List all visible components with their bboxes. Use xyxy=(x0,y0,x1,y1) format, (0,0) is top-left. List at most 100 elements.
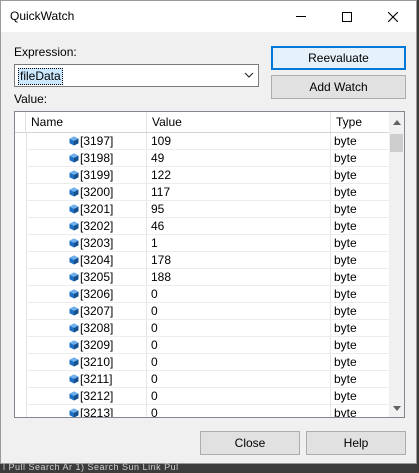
table-row[interactable]: [3211] 0 byte xyxy=(15,371,390,388)
table-row[interactable]: [3213] 0 byte xyxy=(15,405,390,417)
field-icon xyxy=(69,221,79,231)
type-cell: byte xyxy=(331,252,390,269)
type-cell: byte xyxy=(331,388,390,405)
add-watch-button[interactable]: Add Watch xyxy=(271,75,406,99)
vertical-scrollbar[interactable] xyxy=(389,112,404,417)
row-name: [3199] xyxy=(80,168,114,182)
type-cell: byte xyxy=(331,303,390,320)
table-row[interactable]: [3204] 178 byte xyxy=(15,252,390,269)
name-cell[interactable]: [3211] xyxy=(26,371,147,388)
name-cell[interactable]: [3204] xyxy=(26,252,147,269)
row-name: [3206] xyxy=(80,287,114,301)
value-cell[interactable]: 0 xyxy=(147,320,331,337)
row-name: [3203] xyxy=(80,236,114,250)
expression-label: Expression: xyxy=(14,45,77,59)
value-label: Value: xyxy=(14,92,48,106)
value-cell[interactable]: 178 xyxy=(147,252,331,269)
value-grid: Name Value Type [3197] 109 byte [3198] 49 byt… xyxy=(14,111,405,418)
type-cell: byte xyxy=(331,320,390,337)
table-row[interactable]: [3207] 0 byte xyxy=(15,303,390,320)
field-icon xyxy=(69,306,79,316)
column-header-type[interactable]: Type xyxy=(331,112,390,132)
name-cell[interactable]: [3202] xyxy=(26,218,147,235)
value-cell[interactable]: 0 xyxy=(147,371,331,388)
table-row[interactable]: [3197] 109 byte xyxy=(15,133,390,150)
table-row[interactable]: [3208] 0 byte xyxy=(15,320,390,337)
quickwatch-dialog: QuickWatch Expression: fileData Value: R… xyxy=(0,0,417,464)
field-icon xyxy=(69,408,79,417)
chevron-down-icon[interactable] xyxy=(244,70,254,80)
table-row[interactable]: [3206] 0 byte xyxy=(15,286,390,303)
type-cell: byte xyxy=(331,371,390,388)
table-row[interactable]: [3202] 46 byte xyxy=(15,218,390,235)
field-icon xyxy=(69,357,79,367)
value-cell[interactable]: 46 xyxy=(147,218,331,235)
minimize-button[interactable] xyxy=(278,1,324,32)
value-cell[interactable]: 0 xyxy=(147,303,331,320)
name-cell[interactable]: [3205] xyxy=(26,269,147,286)
table-row[interactable]: [3198] 49 byte xyxy=(15,150,390,167)
name-cell[interactable]: [3203] xyxy=(26,235,147,252)
value-cell[interactable]: 0 xyxy=(147,286,331,303)
field-icon xyxy=(69,170,79,180)
table-row[interactable]: [3199] 122 byte xyxy=(15,167,390,184)
expression-input[interactable]: fileData xyxy=(18,68,63,85)
type-cell: byte xyxy=(331,235,390,252)
table-row[interactable]: [3205] 188 byte xyxy=(15,269,390,286)
field-icon xyxy=(69,289,79,299)
name-cell[interactable]: [3200] xyxy=(26,184,147,201)
table-row[interactable]: [3210] 0 byte xyxy=(15,354,390,371)
help-button[interactable]: Help xyxy=(306,431,406,455)
value-cell[interactable]: 1 xyxy=(147,235,331,252)
name-cell[interactable]: [3212] xyxy=(26,388,147,405)
expression-combobox[interactable]: fileData xyxy=(14,64,259,87)
value-cell[interactable]: 122 xyxy=(147,167,331,184)
field-icon xyxy=(69,204,79,214)
row-name: [3204] xyxy=(80,253,114,267)
table-row[interactable]: [3203] 1 byte xyxy=(15,235,390,252)
name-cell[interactable]: [3199] xyxy=(26,167,147,184)
table-row[interactable]: [3200] 117 byte xyxy=(15,184,390,201)
name-cell[interactable]: [3201] xyxy=(26,201,147,218)
value-cell[interactable]: 0 xyxy=(147,405,331,417)
maximize-button[interactable] xyxy=(324,1,370,32)
value-cell[interactable]: 95 xyxy=(147,201,331,218)
name-cell[interactable]: [3208] xyxy=(26,320,147,337)
table-row[interactable]: [3209] 0 byte xyxy=(15,337,390,354)
scroll-up-button[interactable] xyxy=(389,114,404,131)
close-window-button[interactable] xyxy=(370,1,416,32)
field-icon xyxy=(69,391,79,401)
type-cell: byte xyxy=(331,167,390,184)
name-cell[interactable]: [3209] xyxy=(26,337,147,354)
reevaluate-button[interactable]: Reevaluate xyxy=(271,46,406,70)
maximize-icon xyxy=(342,11,352,22)
name-cell[interactable]: [3210] xyxy=(26,354,147,371)
row-name: [3200] xyxy=(80,185,114,199)
value-cell[interactable]: 49 xyxy=(147,150,331,167)
name-cell[interactable]: [3207] xyxy=(26,303,147,320)
type-cell: byte xyxy=(331,184,390,201)
value-cell[interactable]: 0 xyxy=(147,388,331,405)
value-cell[interactable]: 0 xyxy=(147,354,331,371)
scrollbar-thumb[interactable] xyxy=(390,134,403,152)
title-bar: QuickWatch xyxy=(1,1,416,32)
table-row[interactable]: [3201] 95 byte xyxy=(15,201,390,218)
row-name: [3210] xyxy=(80,355,114,369)
name-cell[interactable]: [3206] xyxy=(26,286,147,303)
background-text: l Pull Search Ar 1) Search Sun Link Pul xyxy=(3,462,179,472)
row-name: [3201] xyxy=(80,202,114,216)
close-button[interactable]: Close xyxy=(200,431,300,455)
value-cell[interactable]: 188 xyxy=(147,269,331,286)
name-cell[interactable]: [3213] xyxy=(26,405,147,417)
value-cell[interactable]: 117 xyxy=(147,184,331,201)
column-header-value[interactable]: Value xyxy=(147,112,331,132)
value-cell[interactable]: 109 xyxy=(147,133,331,150)
name-cell[interactable]: [3198] xyxy=(26,150,147,167)
scroll-down-button[interactable] xyxy=(389,400,404,417)
minimize-icon xyxy=(296,16,306,17)
table-row[interactable]: [3212] 0 byte xyxy=(15,388,390,405)
column-header-name[interactable]: Name xyxy=(26,112,147,132)
name-cell[interactable]: [3197] xyxy=(26,133,147,150)
value-cell[interactable]: 0 xyxy=(147,337,331,354)
row-name: [3202] xyxy=(80,219,114,233)
